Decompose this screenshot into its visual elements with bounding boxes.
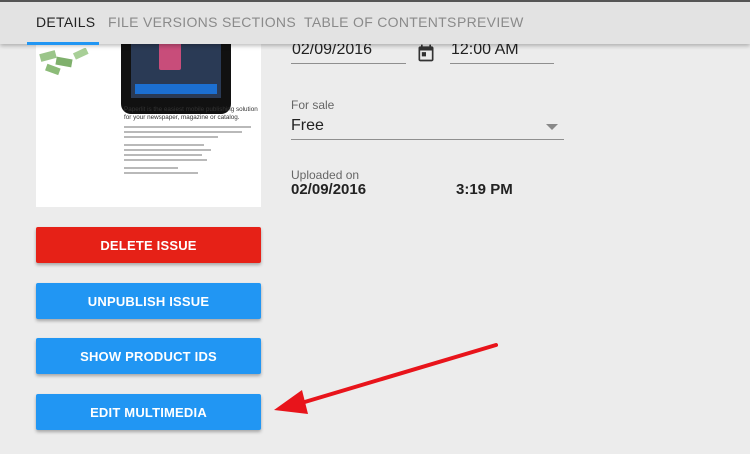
tab-bar: DETAILS FILE VERSIONS SECTIONS TABLE OF …: [0, 0, 750, 45]
tab-details[interactable]: DETAILS: [36, 14, 95, 30]
show-product-ids-button[interactable]: SHOW PRODUCT IDS: [36, 338, 261, 374]
tab-file-versions[interactable]: FILE VERSIONS: [108, 14, 218, 30]
active-tab-indicator: [27, 42, 99, 45]
tab-table-of-contents[interactable]: TABLE OF CONTENTS: [304, 14, 457, 30]
unpublish-issue-button[interactable]: UNPUBLISH ISSUE: [36, 283, 261, 319]
for-sale-select[interactable]: Free: [291, 117, 324, 135]
uploaded-date: 02/09/2016: [291, 181, 367, 198]
money-illustration: [39, 48, 89, 76]
uploaded-time: 3:19 PM: [456, 181, 513, 198]
tab-sections[interactable]: SECTIONS: [222, 14, 296, 30]
for-sale-underline: [291, 139, 564, 140]
tablet-image: [121, 44, 231, 114]
dropdown-arrow-icon[interactable]: [546, 124, 558, 130]
cover-title: Paperlit is the easiest mobile publishin…: [124, 106, 258, 121]
tab-preview[interactable]: PREVIEW: [457, 14, 524, 30]
publish-time-underline: [450, 63, 554, 64]
red-arrow-annotation: [274, 343, 498, 414]
cover-text-block: Paperlit is the easiest mobile publishin…: [124, 106, 258, 174]
uploaded-on-label: Uploaded on: [291, 168, 360, 182]
delete-issue-button[interactable]: DELETE ISSUE: [36, 227, 261, 263]
calendar-icon[interactable]: [416, 43, 436, 63]
issue-cover-thumbnail: Paperlit is the easiest mobile publishin…: [36, 44, 261, 207]
publish-date-underline: [291, 63, 406, 64]
edit-multimedia-button[interactable]: EDIT MULTIMEDIA: [36, 394, 261, 430]
for-sale-label: For sale: [291, 98, 335, 112]
